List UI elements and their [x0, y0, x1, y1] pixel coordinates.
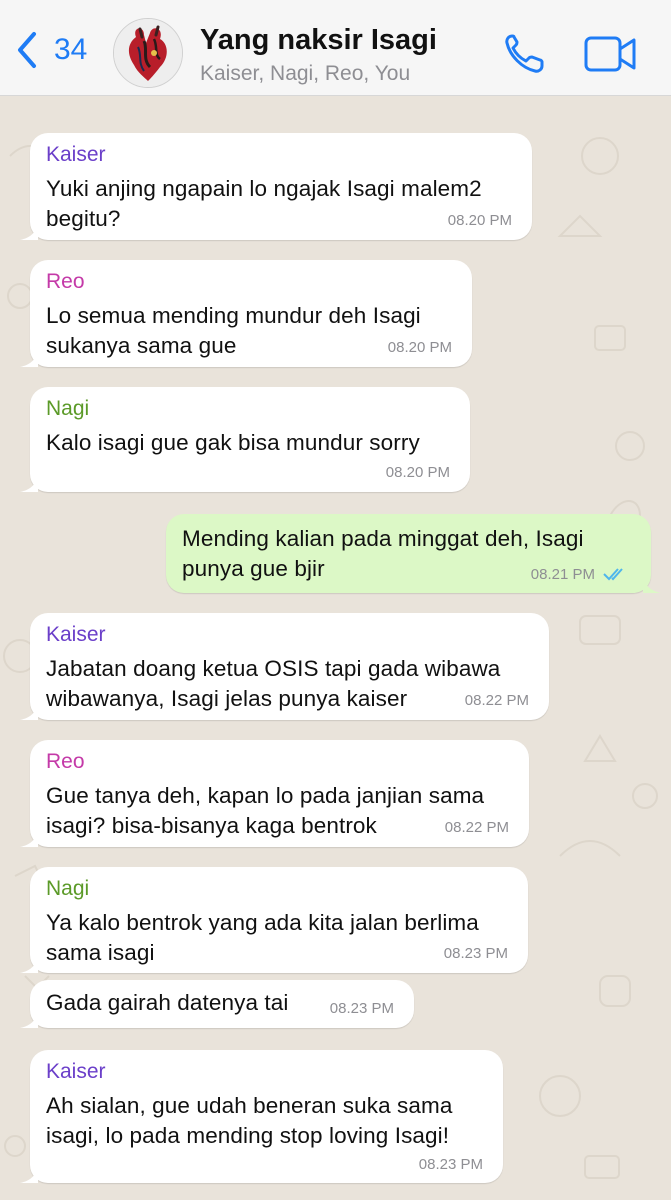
message-bubble-outgoing[interactable]: Mending kalian pada minggat deh, Isagi p…	[166, 514, 661, 593]
message-text-line: Ah sialan, gue udah beneran suka sama	[46, 1093, 453, 1118]
message-timestamp: 08.23 PM	[443, 945, 508, 962]
message-sender: Reo	[46, 750, 85, 773]
message-list[interactable]: Kaiser Yuki anjing ngapain lo ngajak Isa…	[0, 96, 671, 1200]
message-text-line: Kalo isagi gue gak bisa mundur sorry	[46, 430, 420, 455]
message-sender: Kaiser	[46, 623, 106, 646]
message-timestamp: 08.22 PM	[444, 819, 509, 836]
message-timestamp: 08.20 PM	[387, 339, 452, 356]
double-check-read-icon	[603, 568, 623, 581]
phone-icon	[505, 34, 544, 73]
message-sender: Nagi	[46, 877, 90, 900]
group-avatar[interactable]	[113, 18, 183, 88]
chat-participants[interactable]: Kaiser, Nagi, Reo, You	[200, 62, 410, 86]
bubble-tail	[20, 827, 38, 847]
bubble-tail	[20, 220, 38, 240]
chat-title[interactable]: Yang naksir Isagi	[200, 24, 437, 57]
message-text-line: sukanya sama gue	[46, 333, 237, 358]
bubble-tail	[643, 573, 661, 593]
chat-header: 34 Yang naksir Isagi Kaiser, Nagi, Reo, …	[0, 0, 671, 96]
bubble-tail	[20, 347, 38, 367]
message-text-line: wibawanya, Isagi jelas punya kaiser	[46, 686, 408, 711]
message-text-line: isagi, lo pada mending stop loving Isagi…	[46, 1123, 450, 1148]
message-text-line: begitu?	[46, 206, 121, 231]
message-text-line: Gada gairah datenya tai	[46, 990, 289, 1015]
message-text-line: isagi? bisa-bisanya kaga bentrok	[46, 813, 377, 838]
chevron-left-icon	[18, 32, 36, 68]
message-bubble[interactable]: Reo Gue tanya deh, kapan lo pada janjian…	[20, 740, 529, 847]
unread-count: 34	[54, 33, 88, 66]
bubble-tail	[20, 700, 38, 720]
message-sender: Kaiser	[46, 1060, 106, 1083]
message-text-line: Jabatan doang ketua OSIS tapi gada wibaw…	[46, 656, 501, 681]
message-text-line: punya gue bjir	[182, 556, 325, 581]
message-bubble[interactable]: Kaiser Jabatan doang ketua OSIS tapi gad…	[20, 613, 549, 720]
message-timestamp: 08.20 PM	[385, 464, 450, 481]
message-bubble[interactable]: Kaiser Yuki anjing ngapain lo ngajak Isa…	[20, 133, 532, 240]
message-text-line: Lo semua mending mundur deh Isagi	[46, 303, 421, 328]
message-sender: Kaiser	[46, 143, 106, 166]
voice-call-button[interactable]	[500, 30, 548, 78]
message-text-line: Ya kalo bentrok yang ada kita jalan berl…	[46, 910, 479, 935]
back-button[interactable]: 34	[14, 22, 87, 78]
message-bubble[interactable]: Nagi Ya kalo bentrok yang ada kita jalan…	[20, 867, 528, 973]
message-timestamp: 08.20 PM	[447, 212, 512, 229]
message-text-line: Gue tanya deh, kapan lo pada janjian sam…	[46, 783, 485, 808]
message-text-line: Yuki anjing ngapain lo ngajak Isagi male…	[46, 176, 482, 201]
message-bubble[interactable]: Kaiser Ah sialan, gue udah beneran suka …	[20, 1050, 503, 1183]
message-text-line: sama isagi	[46, 940, 155, 965]
video-call-button[interactable]	[584, 34, 638, 74]
message-bubble[interactable]: Gada gairah datenya tai 08.23 PM	[20, 980, 414, 1028]
message-timestamp: 08.22 PM	[464, 692, 529, 709]
message-timestamp: 08.21 PM	[530, 566, 595, 583]
anatomical-heart-icon	[114, 19, 182, 87]
bubble-tail	[20, 1163, 38, 1183]
bubble-tail	[20, 953, 38, 973]
message-bubble[interactable]: Reo Lo semua mending mundur deh Isagi su…	[20, 260, 472, 367]
message-sender: Reo	[46, 270, 85, 293]
bubble-tail	[20, 1008, 38, 1028]
video-camera-icon	[584, 36, 636, 72]
message-timestamp: 08.23 PM	[418, 1156, 483, 1173]
message-text-line: Mending kalian pada minggat deh, Isagi	[182, 526, 584, 551]
message-timestamp: 08.23 PM	[329, 1000, 394, 1017]
message-bubble[interactable]: Nagi Kalo isagi gue gak bisa mundur sorr…	[20, 387, 470, 492]
message-sender: Nagi	[46, 397, 90, 420]
bubble-tail	[20, 472, 38, 492]
